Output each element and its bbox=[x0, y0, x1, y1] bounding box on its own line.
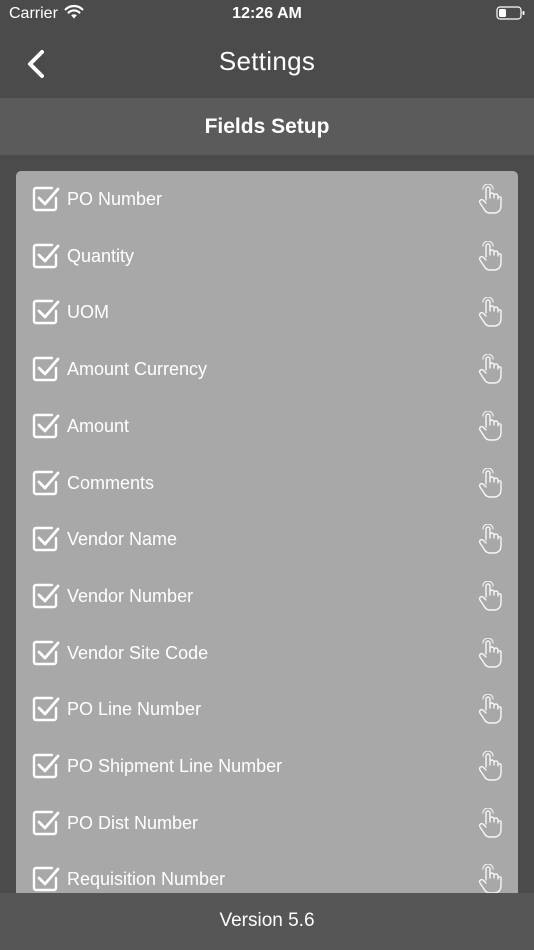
drag-handle-icon[interactable] bbox=[476, 863, 504, 896]
field-row[interactable]: Vendor Name bbox=[16, 511, 518, 567]
drag-handle-icon[interactable] bbox=[476, 240, 504, 273]
drag-handle-icon[interactable] bbox=[476, 637, 504, 670]
checkbox-checked-icon[interactable] bbox=[30, 354, 60, 384]
field-label: Vendor Name bbox=[67, 529, 178, 550]
drag-handle-icon[interactable] bbox=[476, 750, 504, 783]
drag-handle-icon[interactable] bbox=[476, 183, 504, 216]
field-row[interactable]: Comments bbox=[16, 455, 518, 511]
field-label: PO Dist Number bbox=[67, 812, 199, 833]
drag-handle-icon[interactable] bbox=[476, 693, 504, 726]
field-label: Vendor Site Code bbox=[67, 642, 209, 663]
field-row[interactable]: Vendor Number bbox=[16, 568, 518, 624]
field-label: Vendor Number bbox=[67, 585, 194, 606]
drag-handle-icon[interactable] bbox=[476, 296, 504, 329]
drag-handle-icon[interactable] bbox=[476, 466, 504, 500]
drag-handle-icon[interactable] bbox=[476, 410, 504, 443]
field-label: Quantity bbox=[67, 245, 135, 266]
field-row[interactable]: PO Number bbox=[16, 171, 518, 227]
field-label: Amount bbox=[67, 415, 130, 436]
field-row[interactable]: PO Shipment Line Number bbox=[16, 738, 518, 794]
status-time: 12:26 AM bbox=[232, 5, 302, 22]
checkbox-checked-icon[interactable] bbox=[30, 694, 60, 724]
checkbox-checked-icon[interactable] bbox=[30, 468, 60, 498]
field-row[interactable]: Amount bbox=[16, 398, 518, 454]
version-footer: Version 5.6 bbox=[0, 893, 534, 950]
checkbox-checked-icon[interactable] bbox=[30, 297, 60, 327]
section-header: Fields Setup bbox=[0, 98, 534, 155]
checkbox-checked-icon[interactable] bbox=[30, 184, 60, 214]
checkbox-checked-icon[interactable] bbox=[30, 864, 60, 894]
field-row[interactable]: PO Line Number bbox=[16, 681, 518, 737]
field-row[interactable]: Vendor Site Code bbox=[16, 625, 518, 681]
field-label: PO Number bbox=[67, 189, 163, 209]
field-label: Amount Currency bbox=[67, 359, 208, 380]
drag-handle-icon[interactable] bbox=[476, 580, 504, 613]
drag-handle-icon[interactable] bbox=[476, 523, 504, 556]
field-row[interactable]: Amount Currency bbox=[16, 341, 518, 397]
checkbox-checked-icon[interactable] bbox=[30, 638, 60, 668]
checkbox-checked-icon[interactable] bbox=[30, 411, 60, 441]
field-label: UOM bbox=[67, 302, 109, 323]
drag-handle-icon[interactable] bbox=[476, 807, 504, 840]
status-bar: Carrier 12:26 AM bbox=[0, 0, 534, 28]
battery-icon bbox=[496, 5, 526, 26]
checkbox-checked-icon[interactable] bbox=[30, 241, 60, 271]
field-label: PO Shipment Line Number bbox=[67, 756, 283, 776]
drag-handle-icon[interactable] bbox=[476, 353, 504, 386]
page-title: Settings bbox=[218, 46, 316, 76]
checkbox-checked-icon[interactable] bbox=[30, 524, 60, 554]
field-label: PO Line Number bbox=[67, 699, 202, 720]
field-row[interactable]: UOM bbox=[16, 284, 518, 340]
field-label: Comments bbox=[67, 472, 155, 493]
checkbox-checked-icon[interactable] bbox=[30, 751, 60, 781]
field-row[interactable]: Quantity bbox=[16, 228, 518, 284]
checkbox-checked-icon[interactable] bbox=[30, 581, 60, 611]
fields-list: PO Number Quantity UOM Amount Currency Amoun… bbox=[16, 171, 518, 901]
navigation-bar: Settings bbox=[0, 28, 534, 98]
checkbox-checked-icon[interactable] bbox=[30, 808, 60, 838]
field-row[interactable]: PO Dist Number bbox=[16, 795, 518, 851]
